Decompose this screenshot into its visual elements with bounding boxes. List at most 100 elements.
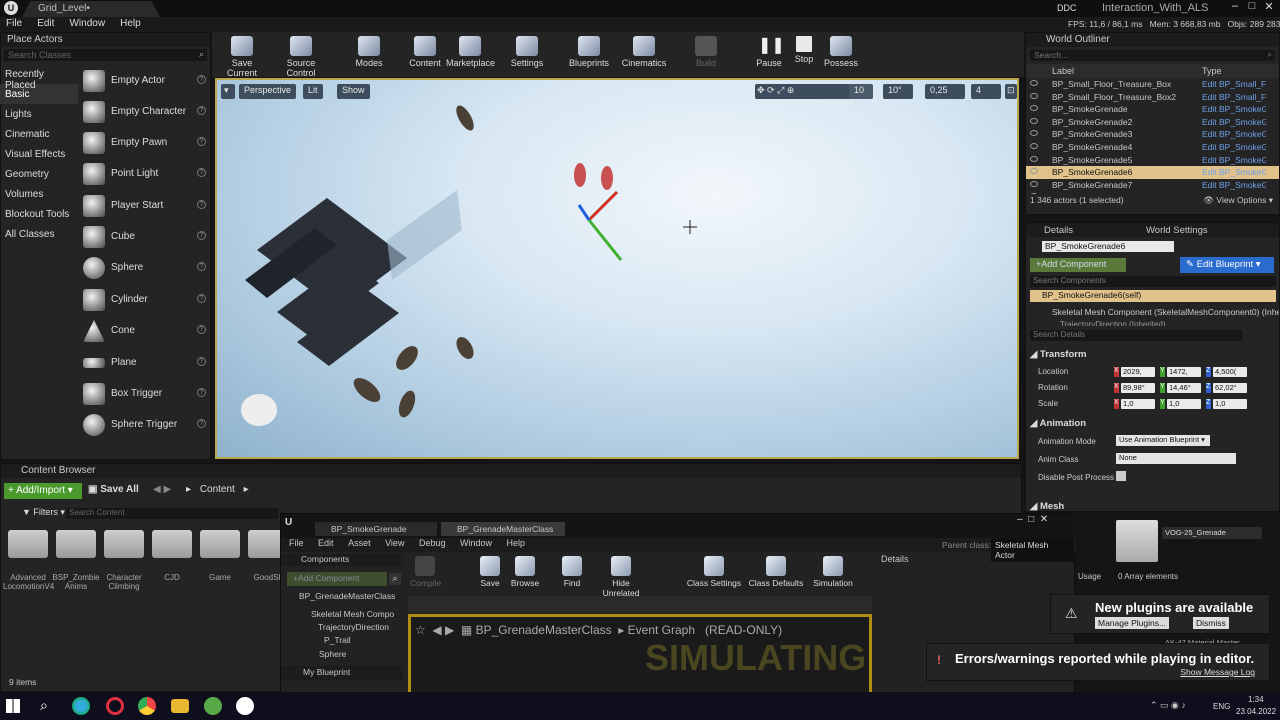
help-icon[interactable]: ? bbox=[197, 262, 206, 271]
row-type-link[interactable]: Edit BP_SmokeG bbox=[1202, 104, 1266, 114]
bp-tab-grenademaster[interactable]: BP_GrenadeMasterClass bbox=[441, 522, 565, 536]
anim-class-select[interactable]: None bbox=[1116, 453, 1236, 464]
visibility-icon[interactable] bbox=[1030, 80, 1038, 86]
blueprints-button[interactable]: Blueprints bbox=[568, 34, 610, 74]
mesh-thumbnail[interactable] bbox=[1116, 520, 1158, 562]
dismiss-button[interactable]: Dismiss bbox=[1193, 617, 1229, 629]
world-settings-tab[interactable]: World Settings bbox=[1146, 225, 1208, 236]
help-icon[interactable]: ? bbox=[197, 231, 206, 240]
cinematics-button[interactable]: Cinematics bbox=[621, 34, 667, 74]
build-button[interactable]: Build bbox=[692, 34, 720, 74]
category-all-classes[interactable]: All Classes bbox=[0, 224, 78, 244]
actor-cylinder[interactable]: Cylinder? bbox=[80, 285, 208, 316]
col-type[interactable]: Type bbox=[1202, 66, 1222, 76]
tree-skeletal-mesh[interactable]: Skeletal Mesh Compo bbox=[311, 609, 394, 619]
possess-button[interactable]: Possess bbox=[824, 34, 858, 74]
visibility-icon[interactable] bbox=[1030, 105, 1038, 112]
col-label[interactable]: Label bbox=[1052, 66, 1074, 76]
bp-window-controls[interactable]: – □ ✕ bbox=[1017, 514, 1048, 525]
unreal-engine-icon[interactable] bbox=[236, 697, 254, 715]
visibility-icon[interactable] bbox=[1030, 142, 1038, 149]
content-button[interactable]: Content bbox=[408, 34, 442, 74]
outliner-row[interactable]: BP_SmokeGrenade5 Edit BP_SmokeG bbox=[1026, 154, 1279, 167]
close-icon[interactable]: ✕ bbox=[1261, 0, 1277, 16]
category-geometry[interactable]: Geometry bbox=[0, 164, 78, 184]
folder-icon[interactable] bbox=[8, 530, 48, 558]
visibility-icon[interactable] bbox=[1030, 168, 1038, 175]
simulation-button[interactable]: Simulation bbox=[812, 556, 854, 588]
details-tab[interactable]: Details bbox=[1044, 225, 1073, 236]
location-y-field[interactable]: 1472, bbox=[1167, 367, 1201, 377]
rotation-y-field[interactable]: 14,46° bbox=[1167, 383, 1201, 393]
save-button[interactable]: Save bbox=[478, 556, 502, 588]
row-type-link[interactable]: Edit BP_SmokeG bbox=[1202, 167, 1266, 177]
tree-sphere[interactable]: Sphere bbox=[319, 649, 346, 659]
menu-window[interactable]: Window bbox=[63, 17, 111, 30]
settings-button[interactable]: Settings bbox=[509, 34, 545, 74]
path-breadcrumb[interactable]: ▸ Content ▸ bbox=[186, 484, 249, 495]
edit-blueprint-button[interactable]: ✎ Edit Blueprint ▾ bbox=[1180, 257, 1274, 273]
skeletal-mesh-component[interactable]: Skeletal Mesh Component (SkeletalMeshCom… bbox=[1052, 307, 1279, 317]
category-recently-placed[interactable]: Recently Placed bbox=[0, 64, 78, 91]
anim-mode-select[interactable]: Use Animation Blueprint ▾ bbox=[1116, 435, 1210, 446]
outliner-row[interactable]: BP_SmokeGrenade7 Edit BP_SmokeG bbox=[1026, 179, 1279, 192]
row-type-link[interactable]: Edit BP_SmokeG bbox=[1202, 142, 1266, 152]
chrome-icon[interactable] bbox=[138, 697, 156, 715]
actor-empty-character[interactable]: Empty Character? bbox=[80, 97, 208, 128]
help-icon[interactable]: ? bbox=[197, 294, 206, 303]
level-tab[interactable]: Grid_Level• bbox=[22, 1, 160, 17]
mesh-section[interactable]: ◢ Mesh bbox=[1030, 501, 1064, 511]
folder-icon[interactable] bbox=[56, 530, 96, 558]
scale-y-field[interactable]: 1,0 bbox=[1167, 399, 1201, 409]
bp-menu-edit[interactable]: Edit bbox=[318, 538, 334, 548]
tree-p-trail[interactable]: P_Trail bbox=[324, 635, 351, 645]
pause-button[interactable]: ❚❚ Pause bbox=[756, 34, 785, 74]
manage-plugins-button[interactable]: Manage Plugins... bbox=[1095, 617, 1170, 629]
level-viewport[interactable]: ▾ Perspective Lit Show ✥ ⟳ ⤢ ⊕ 10 10° 0,… bbox=[215, 78, 1019, 459]
visibility-icon[interactable] bbox=[1030, 155, 1038, 162]
compile-button[interactable]: Compile bbox=[410, 556, 441, 588]
stop-button[interactable]: Stop bbox=[792, 34, 816, 74]
rotation-x-field[interactable]: 89,98° bbox=[1121, 383, 1155, 393]
find-button[interactable]: Find bbox=[562, 556, 582, 588]
bp-menu-window[interactable]: Window bbox=[460, 538, 492, 548]
filters-button[interactable]: ▼ Filters ▾ bbox=[22, 507, 65, 518]
location-z-field[interactable]: 4,500( bbox=[1213, 367, 1247, 377]
browse-button[interactable]: Browse bbox=[510, 556, 540, 588]
actor-sphere-trigger[interactable]: Sphere Trigger? bbox=[80, 410, 208, 441]
bp-tab-smokegrenade[interactable]: BP_SmokeGrenade bbox=[315, 522, 437, 536]
class-settings-button[interactable]: Class Settings bbox=[686, 556, 742, 588]
transform-section[interactable]: ◢ Transform bbox=[1030, 349, 1086, 360]
category-volumes[interactable]: Volumes bbox=[0, 184, 78, 204]
maximize-icon[interactable]: □ bbox=[1244, 0, 1260, 16]
tree-root[interactable]: BP_GrenadeMasterClass bbox=[299, 591, 395, 601]
folder-icon[interactable] bbox=[152, 530, 192, 558]
category-lights[interactable]: Lights bbox=[0, 104, 78, 124]
folder-icon[interactable] bbox=[104, 530, 144, 558]
save-all-button[interactable]: ▣ Save All bbox=[88, 484, 139, 495]
search-components-input[interactable]: Search Components bbox=[1030, 276, 1276, 287]
help-icon[interactable]: ? bbox=[197, 137, 206, 146]
row-type-link[interactable]: Edit BP_Small_Fl bbox=[1202, 92, 1266, 102]
outliner-row[interactable]: BP_SmokeGrenade4 Edit BP_SmokeG bbox=[1026, 141, 1279, 154]
search-icon[interactable]: ⌕ bbox=[40, 697, 48, 714]
mesh-select[interactable]: VOG-25_Grenade bbox=[1162, 527, 1262, 539]
bp-menu-debug[interactable]: Debug bbox=[419, 538, 446, 548]
search-icon[interactable]: ⌕ bbox=[389, 573, 401, 585]
visibility-icon[interactable] bbox=[1030, 130, 1038, 137]
folder-icon[interactable] bbox=[200, 530, 240, 558]
help-icon[interactable]: ? bbox=[197, 357, 206, 366]
bp-add-component-button[interactable]: +Add Component bbox=[287, 572, 387, 586]
help-icon[interactable]: ? bbox=[197, 106, 206, 115]
folder-icon[interactable] bbox=[171, 699, 189, 713]
help-icon[interactable]: ? bbox=[197, 325, 206, 334]
menu-edit[interactable]: Edit bbox=[31, 17, 60, 30]
outliner-row[interactable]: BP_SmokeGrenade2 Edit BP_SmokeG bbox=[1026, 116, 1279, 129]
category-cinematic[interactable]: Cinematic bbox=[0, 124, 78, 144]
actor-box-trigger[interactable]: Box Trigger? bbox=[80, 379, 208, 410]
add-component-button[interactable]: +Add Component bbox=[1030, 258, 1126, 272]
trajectory-component[interactable]: TrajectoryDirection (Inherited) bbox=[1060, 320, 1166, 326]
language-indicator[interactable]: ENG bbox=[1213, 702, 1230, 711]
help-icon[interactable]: ? bbox=[197, 388, 206, 397]
help-icon[interactable]: ? bbox=[197, 419, 206, 428]
